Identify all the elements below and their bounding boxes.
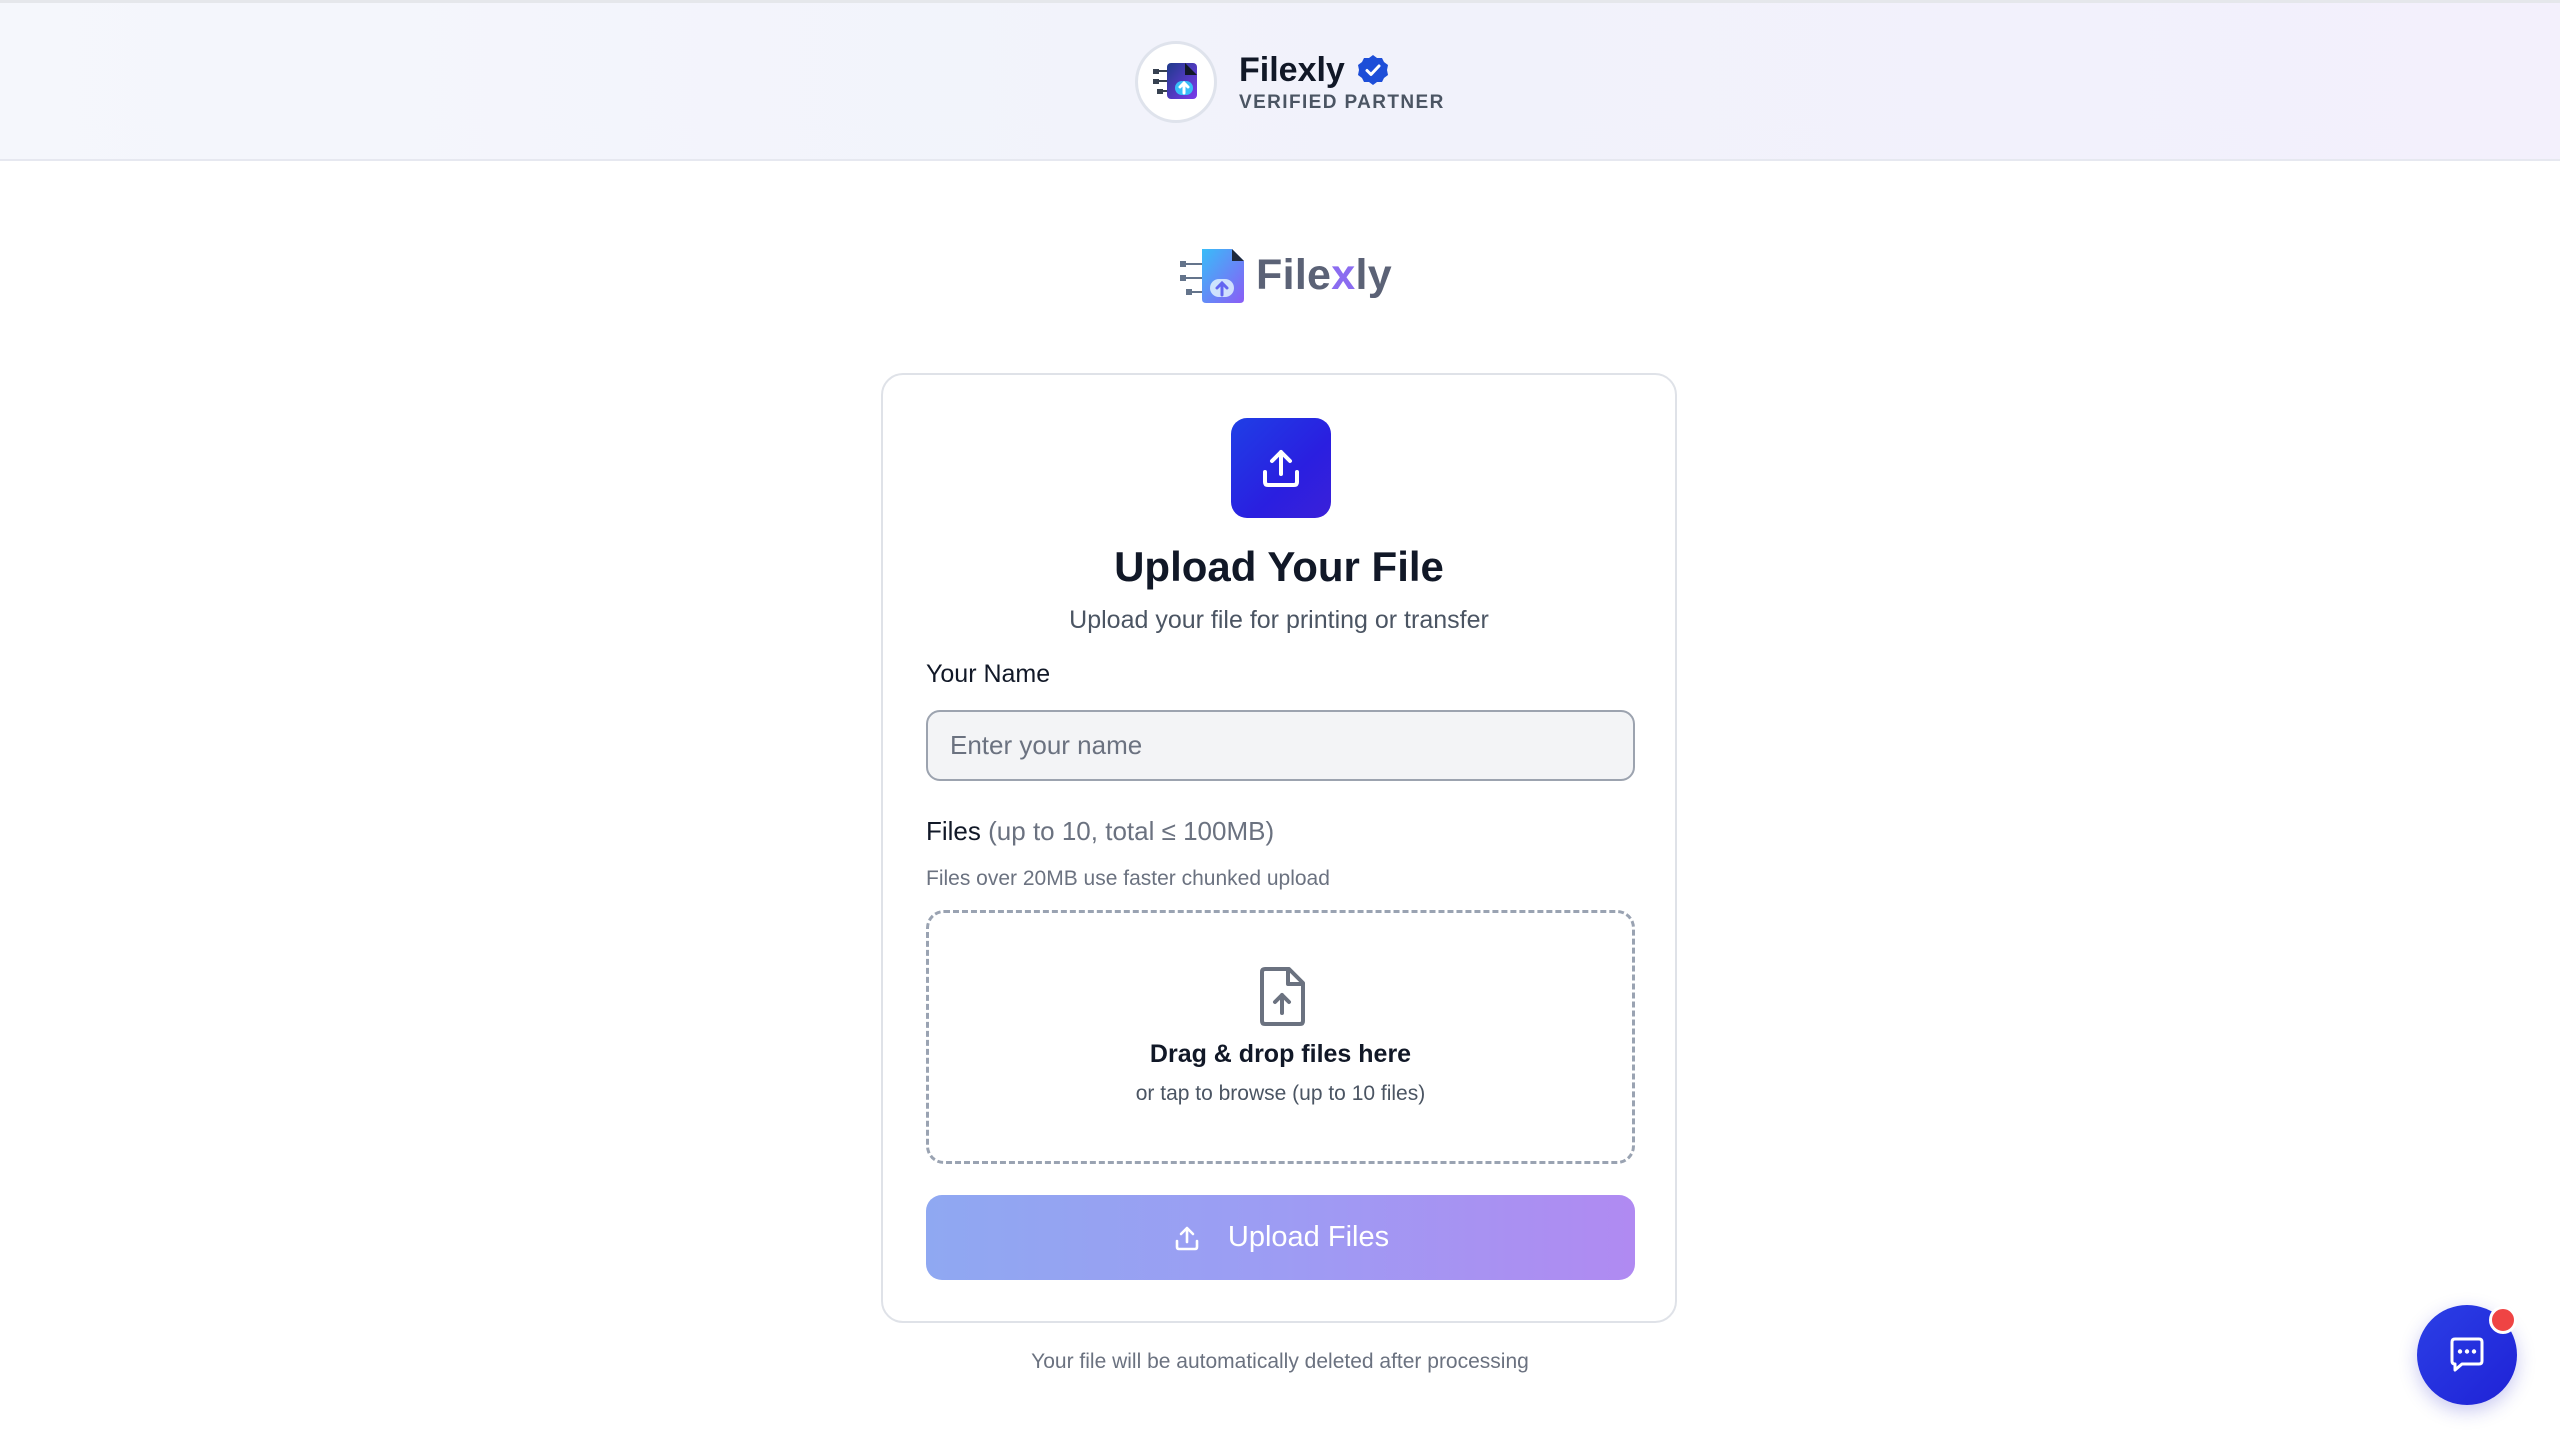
brand-name: Filexly	[1256, 251, 1392, 300]
brand-logo: Filexly	[1176, 243, 1392, 307]
partner-avatar	[1135, 41, 1217, 123]
upload-files-label: Upload Files	[1227, 1221, 1390, 1253]
files-limit-hint: (up to 10, total ≤ 100MB)	[988, 816, 1275, 846]
files-label-text: Files	[926, 816, 981, 846]
filexly-brand-icon	[1180, 249, 1244, 303]
name-input[interactable]	[926, 710, 1635, 781]
partner-name-row: Filexly	[1239, 50, 1445, 90]
partner-info: Filexly VERIFIED PARTNER	[1135, 41, 1445, 123]
files-label: Files (up to 10, total ≤ 100MB)	[926, 816, 1274, 847]
card-subtitle: Upload your file for printing or transfe…	[1069, 606, 1489, 634]
partner-header: Filexly VERIFIED PARTNER	[0, 0, 2560, 161]
partner-name: Filexly	[1239, 51, 1345, 89]
dropzone-subtitle: or tap to browse (up to 10 files)	[1135, 1082, 1426, 1105]
brand-name-x: x	[1331, 250, 1356, 299]
files-note: Files over 20MB use faster chunked uploa…	[926, 867, 1330, 890]
dropzone-title: Drag & drop files here	[1149, 1040, 1412, 1068]
chat-notification-dot	[2489, 1306, 2517, 1334]
partner-text: Filexly VERIFIED PARTNER	[1239, 50, 1445, 114]
upload-files-button[interactable]: Upload Files	[926, 1195, 1635, 1280]
verified-check-icon	[1357, 55, 1388, 85]
deletion-notice: Your file will be automatically deleted …	[1031, 1350, 1529, 1373]
verified-partner-badge: VERIFIED PARTNER	[1239, 92, 1445, 113]
name-label: Your Name	[926, 660, 1051, 688]
upload-badge	[1231, 418, 1331, 518]
upload-card: Upload Your File Upload your file for pr…	[881, 373, 1677, 1323]
chat-bubble-icon	[2450, 1337, 2484, 1372]
upload-button-icon	[1175, 1226, 1199, 1250]
file-dropzone[interactable]: Drag & drop files here or tap to browse …	[926, 910, 1635, 1164]
brand-name-prefix: File	[1256, 250, 1332, 299]
filexly-logo-icon	[1153, 63, 1197, 99]
card-title: Upload Your File	[1114, 543, 1444, 590]
file-upload-icon	[1260, 967, 1305, 1026]
brand-name-suffix: ly	[1355, 250, 1392, 299]
upload-icon	[1263, 450, 1299, 487]
